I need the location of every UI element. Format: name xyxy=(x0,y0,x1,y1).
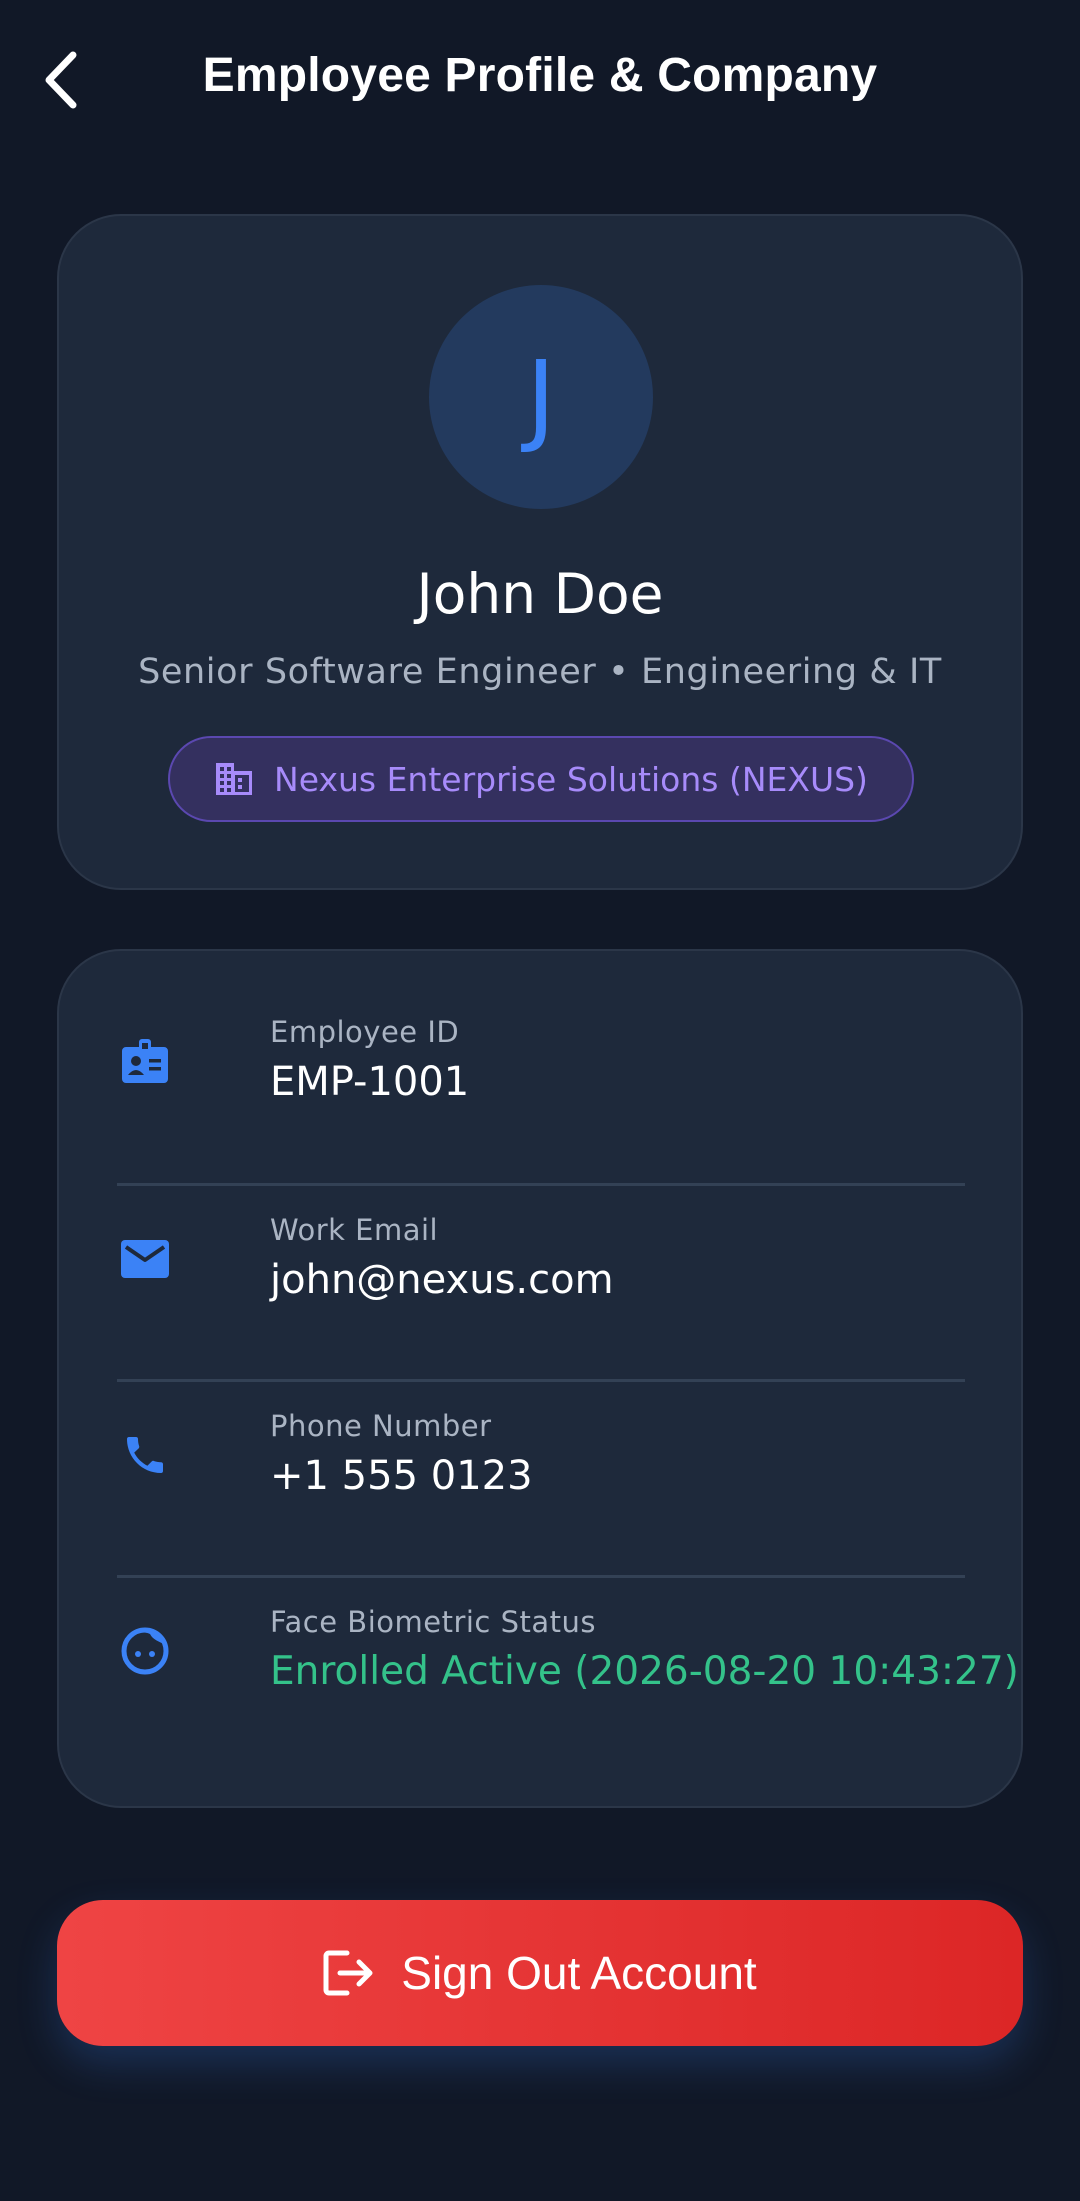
detail-value: +1 555 0123 xyxy=(270,1453,533,1499)
profile-name: John Doe xyxy=(416,562,664,626)
detail-label: Face Biometric Status xyxy=(270,1605,597,1639)
top-app-bar: Employee Profile & Company xyxy=(0,0,1080,160)
detail-row-work-email[interactable]: Work Email john@nexus.com xyxy=(117,1161,965,1357)
profile-role: Senior Software Engineer • Engineering &… xyxy=(138,652,942,692)
biometric-status-value: Enrolled Active (2026-08-20 10:43:27) xyxy=(270,1649,1019,1694)
detail-label: Employee ID xyxy=(270,1015,460,1049)
detail-row-employee-id: Employee ID EMP-1001 xyxy=(117,963,965,1159)
phone-icon xyxy=(127,1437,163,1473)
sign-out-button[interactable]: Sign Out Account xyxy=(57,1900,1023,2046)
profile-card: J John Doe Senior Software Engineer • En… xyxy=(57,214,1023,890)
employee-details-card: Employee ID EMP-1001 Work Email john@nex… xyxy=(57,949,1023,1808)
detail-label: Work Email xyxy=(270,1213,439,1247)
face-icon xyxy=(121,1627,169,1675)
building-icon xyxy=(216,763,253,795)
logout-icon xyxy=(323,1950,373,1996)
id-badge-icon xyxy=(122,1039,168,1083)
company-name: Nexus Enterprise Solutions (NEXUS) xyxy=(274,759,868,799)
avatar: J xyxy=(429,285,653,509)
company-badge: Nexus Enterprise Solutions (NEXUS) xyxy=(168,736,914,822)
detail-row-phone[interactable]: Phone Number +1 555 0123 xyxy=(117,1357,965,1553)
page-title: Employee Profile & Company xyxy=(202,49,878,102)
sign-out-label: Sign Out Account xyxy=(401,1947,757,1999)
email-icon xyxy=(121,1240,169,1278)
detail-label: Phone Number xyxy=(270,1409,492,1443)
detail-value: john@nexus.com xyxy=(270,1257,614,1303)
detail-value: EMP-1001 xyxy=(270,1059,470,1105)
detail-row-face-biometric: Face Biometric Status Enrolled Active (2… xyxy=(117,1553,1019,1749)
